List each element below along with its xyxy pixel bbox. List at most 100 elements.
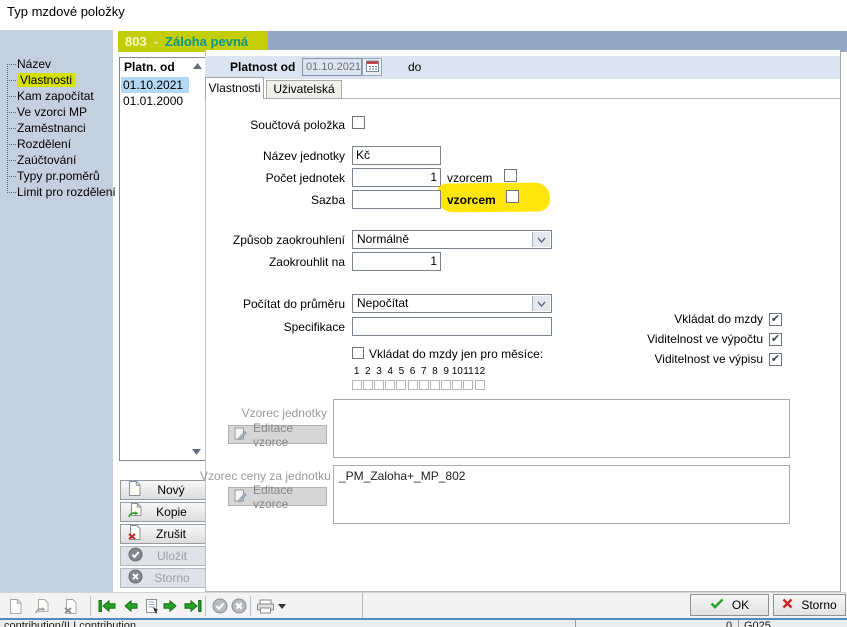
rate-formula-checkbox[interactable]	[506, 190, 519, 203]
delete-icon	[128, 525, 141, 543]
storno-record-button[interactable]: Storno	[120, 568, 206, 588]
next-record-icon[interactable]	[160, 597, 180, 615]
chevron-down-icon	[532, 232, 550, 247]
round-to-input[interactable]: 1	[352, 252, 441, 271]
sidebar-item-label: Rozdělení	[17, 137, 71, 151]
tab-vlastnosti[interactable]: Vlastnosti	[205, 77, 264, 99]
month-checkbox[interactable]	[430, 380, 440, 390]
sidebar-item[interactable]: Vlastnosti	[2, 72, 116, 88]
storno-record-button-label: Storno	[143, 571, 201, 585]
toolbar-copy-icon[interactable]	[32, 597, 52, 615]
specification-input[interactable]	[352, 317, 552, 336]
average-select[interactable]: Nepočítat	[352, 294, 552, 313]
month-number: 6	[407, 365, 418, 378]
record-code: 803	[125, 34, 147, 49]
delete-button[interactable]: Zrušit	[120, 524, 206, 544]
print-icon[interactable]	[255, 597, 275, 615]
sidebar-item[interactable]: Rozdělení	[2, 136, 116, 152]
new-button-label: Nový	[141, 483, 201, 497]
rate-input[interactable]	[352, 190, 441, 209]
month-number: 12	[474, 365, 485, 378]
delete-button-label: Zrušit	[141, 527, 201, 541]
status-value-code: G025	[744, 620, 771, 627]
price-formula-edit-label: Editace vzorce	[253, 483, 326, 511]
unit-count-formula-checkbox[interactable]	[504, 169, 517, 182]
browse-records-icon[interactable]	[142, 597, 162, 615]
month-cell: 8	[429, 365, 440, 390]
flag-checkbox[interactable]	[769, 313, 782, 326]
edit-formula-icon	[234, 427, 247, 443]
unit-formula-textarea[interactable]	[333, 399, 790, 458]
month-number: 11	[463, 365, 474, 378]
ok-button[interactable]: OK	[690, 594, 769, 616]
status-bar: contribution/ILI contribution 0 G025	[0, 618, 847, 627]
month-cell: 7	[418, 365, 429, 390]
sidebar-item-label: Název	[17, 57, 51, 71]
copy-button[interactable]: Kopie	[120, 502, 206, 522]
sidebar-item[interactable]: Typy pr.poměrů	[2, 168, 116, 184]
flag-row: Vkládat do mzdy	[560, 309, 782, 329]
sidebar-item[interactable]: Zaúčtování	[2, 152, 116, 168]
month-checkbox[interactable]	[385, 380, 395, 390]
scroll-down-icon[interactable]	[190, 446, 203, 458]
sidebar-item-label: Kam započítat	[17, 89, 94, 103]
month-checkbox[interactable]	[363, 380, 373, 390]
validity-row[interactable]: 01.10.2021	[121, 77, 189, 93]
sidebar-item[interactable]: Zaměstnanci	[2, 120, 116, 136]
price-formula-edit-button[interactable]: Editace vzorce	[228, 487, 327, 506]
ok-button-label: OK	[732, 598, 749, 612]
toolbar-new-icon[interactable]	[5, 597, 25, 615]
unit-formula-edit-button[interactable]: Editace vzorce	[228, 425, 327, 444]
last-record-icon[interactable]	[181, 597, 203, 615]
toolbar-accept-icon[interactable]	[210, 597, 230, 615]
save-button[interactable]: Uložit	[120, 546, 206, 566]
month-checkbox[interactable]	[452, 380, 462, 390]
month-checkbox[interactable]	[419, 380, 429, 390]
toolbar-delete-icon[interactable]	[60, 597, 80, 615]
new-button[interactable]: Nový	[120, 480, 206, 500]
validity-row[interactable]: 01.01.2000	[121, 93, 189, 109]
flag-checkbox[interactable]	[769, 353, 782, 366]
unit-count-input[interactable]: 1	[352, 168, 441, 187]
sum-item-checkbox[interactable]	[352, 116, 365, 129]
sidebar-item[interactable]: Ve vzorci MP	[2, 104, 116, 120]
scroll-up-icon[interactable]	[191, 60, 204, 72]
month-checkbox[interactable]	[396, 380, 406, 390]
toolbar-cancel-icon[interactable]	[229, 597, 249, 615]
new-document-icon	[128, 481, 141, 499]
month-checkbox[interactable]	[441, 380, 451, 390]
x-icon	[782, 598, 793, 612]
validity-from-input[interactable]: 01.10.2021	[302, 58, 362, 76]
sidebar-item[interactable]: Název	[2, 56, 116, 72]
month-checkbox[interactable]	[352, 380, 362, 390]
price-formula-label: Vzorec ceny za jednotku	[200, 469, 327, 483]
month-checkbox[interactable]	[463, 380, 473, 390]
round-to-label: Zaokrouhlit na	[205, 255, 345, 269]
month-cell: 10	[452, 365, 463, 390]
storno-button[interactable]: Storno	[773, 594, 846, 616]
calendar-button[interactable]	[362, 58, 382, 76]
sum-item-label: Součtová položka	[205, 118, 345, 132]
month-number: 5	[396, 365, 407, 378]
month-number: 1	[351, 365, 362, 378]
tab-uzivatelska[interactable]: Uživatelská	[266, 80, 342, 99]
print-menu-arrow-icon[interactable]	[276, 597, 288, 615]
months-toggle-checkbox[interactable]	[352, 347, 364, 359]
unit-name-input[interactable]: Kč	[352, 146, 441, 165]
unit-formula-label: Vzorec jednotky	[200, 406, 327, 420]
price-formula-textarea[interactable]: _PM_Zaloha+_MP_802	[333, 465, 790, 524]
previous-record-icon[interactable]	[120, 597, 140, 615]
month-checkbox[interactable]	[408, 380, 418, 390]
first-record-icon[interactable]	[96, 597, 118, 615]
month-checkbox[interactable]	[475, 380, 485, 390]
rounding-method-select[interactable]: Normálně	[352, 230, 552, 249]
sidebar-item[interactable]: Kam započítat	[2, 88, 116, 104]
months-toggle-label: Vkládat do mzdy jen pro měsíce:	[369, 347, 543, 361]
month-cell: 3	[373, 365, 384, 390]
validity-rows: 01.10.2021 01.01.2000	[121, 77, 189, 109]
flag-checkbox[interactable]	[769, 333, 782, 346]
toolbar-separator	[205, 596, 206, 616]
month-checkbox[interactable]	[374, 380, 384, 390]
sidebar-item[interactable]: Limit pro rozdělení	[2, 184, 116, 200]
sidebar-item-label: Ve vzorci MP	[17, 105, 87, 119]
